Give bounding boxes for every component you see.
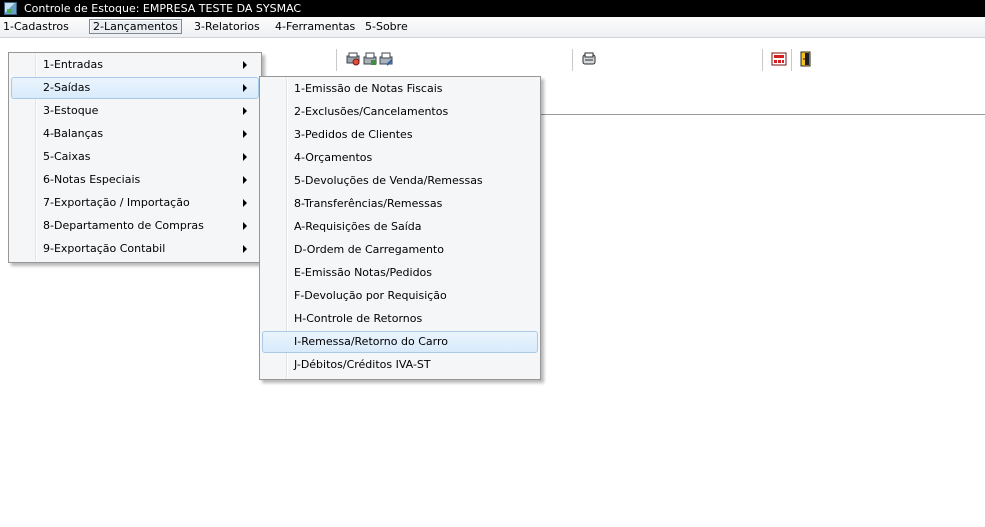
menu-item-orcamentos[interactable]: 4-Orçamentos xyxy=(262,147,538,169)
divider-line xyxy=(540,114,985,115)
toolbar-separator xyxy=(762,49,763,71)
print-settings-icon[interactable] xyxy=(362,51,378,67)
submenu-arrow-icon xyxy=(243,176,247,184)
submenu-arrow-icon xyxy=(243,130,247,138)
lancamentos-menu: 1-Entradas 2-Saídas 3-Estoque 4-Balanças… xyxy=(8,52,262,263)
submenu-arrow-icon xyxy=(243,153,247,161)
calculator-icon[interactable] xyxy=(771,51,787,67)
menu-item-label: 2-Saídas xyxy=(43,81,91,94)
app-icon xyxy=(4,2,17,15)
submenu-arrow-icon xyxy=(243,245,247,253)
menu-item-emissao-notas-fiscais[interactable]: 1-Emissão de Notas Fiscais xyxy=(262,78,538,100)
menu-item-balancas[interactable]: 4-Balanças xyxy=(11,123,259,145)
submenu-arrow-icon xyxy=(243,199,247,207)
menu-item-saidas[interactable]: 2-Saídas xyxy=(11,77,259,99)
menu-item-label: 8-Departamento de Compras xyxy=(43,219,204,232)
saidas-submenu: 1-Emissão de Notas Fiscais 2-Exclusões/C… xyxy=(259,76,541,380)
report-icon[interactable] xyxy=(581,51,597,67)
menu-item-devolucao-requisicao[interactable]: F-Devolução por Requisição xyxy=(262,285,538,307)
menu-item-exclusoes-cancelamentos[interactable]: 2-Exclusões/Cancelamentos xyxy=(262,101,538,123)
menu-item-pedidos-clientes[interactable]: 3-Pedidos de Clientes xyxy=(262,124,538,146)
menu-item-label: 4-Balanças xyxy=(43,127,104,140)
menu-item-label: 1-Entradas xyxy=(43,58,103,71)
menu-item-label: 6-Notas Especiais xyxy=(43,173,141,186)
menu-item-label: 5-Caixas xyxy=(43,150,91,163)
print-preview-icon[interactable] xyxy=(345,51,361,67)
menu-item-requisicoes-saida[interactable]: A-Requisições de Saída xyxy=(262,216,538,238)
submenu-arrow-icon xyxy=(243,222,247,230)
menu-item-controle-retornos[interactable]: H-Controle de Retornos xyxy=(262,308,538,330)
menu-item-label: 9-Exportação Contabil xyxy=(43,242,166,255)
menu-item-transferencias[interactable]: 8-Transferências/Remessas xyxy=(262,193,538,215)
menu-bar: 1-Cadastros 2-Lançamentos 3-Relatorios 4… xyxy=(0,17,985,38)
menu-lancamentos[interactable]: 2-Lançamentos xyxy=(89,19,182,34)
menu-sobre[interactable]: 5-Sobre xyxy=(362,19,411,34)
toolbar-separator xyxy=(336,49,337,71)
menu-relatorios[interactable]: 3-Relatorios xyxy=(191,19,263,34)
menu-item-exportacao-contabil[interactable]: 9-Exportação Contabil xyxy=(11,238,259,260)
menu-item-label: 7-Exportação / Importação xyxy=(43,196,190,209)
toolbar-separator xyxy=(572,49,573,71)
menu-item-caixas[interactable]: 5-Caixas xyxy=(11,146,259,168)
print-setup-icon[interactable] xyxy=(378,51,394,67)
menu-item-departamento-compras[interactable]: 8-Departamento de Compras xyxy=(11,215,259,237)
menu-item-debitos-creditos-iva[interactable]: J-Débitos/Créditos IVA-ST xyxy=(262,354,538,376)
toolbar-separator xyxy=(791,49,792,71)
menu-item-entradas[interactable]: 1-Entradas xyxy=(11,54,259,76)
submenu-arrow-icon xyxy=(243,61,247,69)
menu-item-notas-especiais[interactable]: 6-Notas Especiais xyxy=(11,169,259,191)
title-bar: Controle de Estoque: EMPRESA TESTE DA SY… xyxy=(0,0,985,17)
menu-ferramentas[interactable]: 4-Ferramentas xyxy=(272,19,358,34)
menu-item-ordem-carregamento[interactable]: D-Ordem de Carregamento xyxy=(262,239,538,261)
menu-item-devolucoes-venda[interactable]: 5-Devoluções de Venda/Remessas xyxy=(262,170,538,192)
menu-item-exportacao-importacao[interactable]: 7-Exportação / Importação xyxy=(11,192,259,214)
exit-door-icon[interactable] xyxy=(798,51,814,67)
submenu-arrow-icon xyxy=(243,84,247,92)
menu-item-estoque[interactable]: 3-Estoque xyxy=(11,100,259,122)
window-title: Controle de Estoque: EMPRESA TESTE DA SY… xyxy=(24,2,302,15)
submenu-arrow-icon xyxy=(243,107,247,115)
menu-item-emissao-notas-pedidos[interactable]: E-Emissão Notas/Pedidos xyxy=(262,262,538,284)
menu-cadastros[interactable]: 1-Cadastros xyxy=(0,19,72,34)
menu-item-label: 3-Estoque xyxy=(43,104,99,117)
menu-item-remessa-retorno-carro[interactable]: I-Remessa/Retorno do Carro xyxy=(262,331,538,353)
